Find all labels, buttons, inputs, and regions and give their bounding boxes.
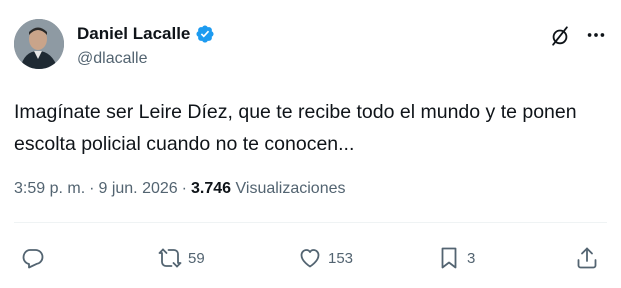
tweet-text: Imagínate ser Leire Díez, que te recibe … <box>14 101 577 155</box>
display-name[interactable]: Daniel Lacalle <box>77 24 190 44</box>
avatar[interactable] <box>14 19 64 69</box>
tweet-meta: 3:59 p. m. · 9 jun. 2026 · 3.746 Visualizaci… <box>14 180 346 198</box>
reply-icon <box>21 246 45 270</box>
author-name-row: Daniel Lacalle <box>77 24 215 44</box>
heart-icon <box>298 246 322 270</box>
like-button[interactable]: 153 <box>298 245 353 271</box>
views-label: Visualizaciones <box>235 180 346 197</box>
repost-button[interactable]: 59 <box>158 245 205 271</box>
more-icon[interactable] <box>585 24 607 46</box>
tweet-card: Daniel Lacalle @dlacalle Imagínate ser L… <box>0 0 621 288</box>
share-icon <box>575 246 599 270</box>
repost-count: 59 <box>188 249 205 267</box>
tweet-time[interactable]: 3:59 p. m. <box>14 180 85 197</box>
repost-icon <box>158 246 182 270</box>
bookmark-icon <box>437 246 461 270</box>
grok-icon[interactable] <box>549 25 571 47</box>
share-button[interactable] <box>575 245 599 271</box>
reply-button[interactable] <box>21 245 51 271</box>
bookmark-count: 3 <box>467 249 476 267</box>
tweet-date[interactable]: 9 jun. 2026 <box>98 180 177 197</box>
verified-badge-icon[interactable] <box>195 24 215 44</box>
meta-separator: · <box>89 180 95 197</box>
bookmark-button[interactable]: 3 <box>437 245 475 271</box>
handle[interactable]: @dlacalle <box>77 50 148 68</box>
divider <box>14 222 607 223</box>
meta-separator: · <box>181 180 187 197</box>
like-count: 153 <box>328 249 354 267</box>
views-count: 3.746 <box>191 180 232 197</box>
